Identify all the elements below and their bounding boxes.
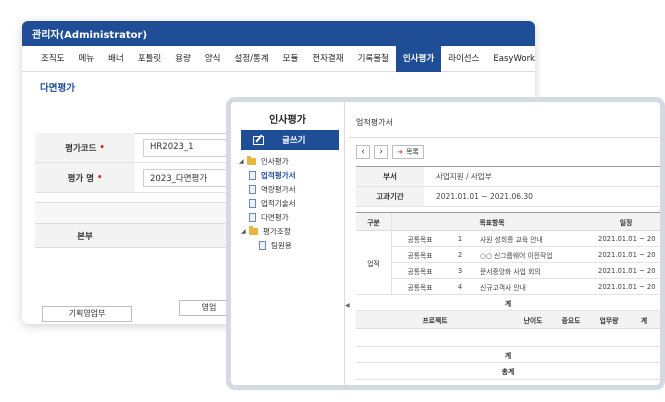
sidebar-title: 인사평가 [269,115,306,126]
sidebar: 인사평가 글쓰기 ◢ 인사평가 업적평가서 역량평가서 업적기술서 다면평가 ◢… [231,102,345,385]
menu-item-capacity[interactable]: 용량 [168,46,198,72]
name-label: 평가 명 • [35,163,135,192]
tree-node-team-member[interactable]: 팀원용 [239,238,296,252]
menu-item-org[interactable]: 조직도 [34,46,71,72]
doc-nav: ‹ › ➔ 목록 [356,145,424,159]
prev-button[interactable]: ‹ [356,145,370,159]
col-division: 본부 [77,231,93,242]
table-row: 공통목표 2 ○○ 신그룹웨어 이전작업 2021.01.01 ~ 20 [392,247,660,263]
menu-item-settings[interactable]: 설정/통계 [228,46,276,72]
table-row: 공통목표 1 사원 성희롱 교육 안내 2021.01.01 ~ 20 [392,231,660,247]
chevron-right-icon: › [379,147,383,157]
menu-item-menu[interactable]: 메뉴 [71,46,101,72]
collapse-icon[interactable]: ◢ [241,228,249,235]
col-project: 프로젝트 [422,316,448,325]
tree-node-multi-eval[interactable]: 다면평가 [239,210,296,224]
info-table: 부서 사업지원 / 사업부 고과기간 2021.01.01 ~ 2021.06.… [356,166,660,207]
col-difficulty: 난이도 [523,316,543,325]
menu-item-hr-eval[interactable]: 인사평가 [395,45,442,72]
dept-button[interactable]: 기획영업부 [42,306,132,322]
grand-total: 총계 [356,363,660,380]
projects-header: 프로젝트 난이도 중요도 업무량 계 [356,311,660,329]
arrow-right-icon: ➔ [397,148,403,156]
table-row: 공통목표 3 문서중앙화 사업 회의 2021.01.01 ~ 20 [392,263,660,279]
document-icon [259,240,266,250]
menu-item-license[interactable]: 라이선스 [441,46,486,72]
goals-body: 업적 공통목표 1 사원 성희롱 교육 안내 2021.01.01 ~ 20 공… [356,231,660,295]
document-icon [249,184,256,194]
hr-eval-content: 인사평가 글쓰기 ◢ 인사평가 업적평가서 역량평가서 업적기술서 다면평가 ◢… [231,102,660,385]
col-gubun: 구분 [356,213,392,230]
table-row: 공통목표 4 신규고객사 안내 2021.01.01 ~ 20 [392,279,660,295]
hr-eval-window: 인사평가 글쓰기 ◢ 인사평가 업적평가서 역량평가서 업적기술서 다면평가 ◢… [226,97,665,390]
nav-tree: ◢ 인사평가 업적평가서 역량평가서 업적기술서 다면평가 ◢ 평가조정 팀원용 [239,154,296,252]
goals-subtotal: 계 [356,295,660,311]
document-icon [249,212,256,222]
col-schedule: 일정 [619,218,633,227]
dept-value: 사업지원 / 사업부 [436,172,492,181]
menu-item-records[interactable]: 기록물철 [351,46,396,72]
col-goal: 목표항목 [479,218,505,227]
group-label: 업적 [356,231,392,295]
dept-label: 부서 [356,167,424,186]
goal-rows: 공통목표 1 사원 성희롱 교육 안내 2021.01.01 ~ 20 공통목표… [392,231,660,295]
menu-item-module[interactable]: 모듈 [276,46,306,72]
page-title: 다면평가 [40,83,75,94]
code-label: 평가코드 • [35,133,135,162]
menu-item-easyworks[interactable]: EasyWorks [486,46,535,72]
col-workload: 업무량 [599,316,619,325]
required-mark: • [96,172,103,183]
goals-header: 구분 목표항목 일정 [356,213,660,231]
document-icon [249,198,256,208]
next-button[interactable]: › [374,145,388,159]
write-button[interactable]: 글쓰기 [241,130,339,150]
period-value: 2021.01.01 ~ 2021.06.30 [436,192,533,201]
folder-icon [249,225,258,235]
menu-item-form[interactable]: 양식 [198,46,228,72]
main-panel: 업적평가서 ‹ › ➔ 목록 부서 사업지원 / 사업부 고과기간 2021.0… [349,102,660,385]
info-row-dept: 부서 사업지원 / 사업부 [356,167,660,187]
tree-node-competency[interactable]: 역량평가서 [239,182,296,196]
admin-menu-bar: 조직도 메뉴 배너 포틀릿 용량 양식 설정/통계 모듈 전자결재 기록물철 인… [22,45,535,72]
tree-node-performance[interactable]: 업적평가서 [239,168,296,182]
menu-item-approval[interactable]: 전자결재 [305,46,350,72]
menu-item-banner[interactable]: 배너 [101,46,131,72]
collapse-icon[interactable]: ◢ [239,158,247,165]
list-button[interactable]: ➔ 목록 [392,145,424,159]
tree-node-adjustment[interactable]: ◢ 평가조정 [239,224,296,238]
required-mark: • [99,142,105,153]
menu-item-portlet[interactable]: 포틀릿 [131,46,168,72]
period-label: 고과기간 [356,187,424,206]
main-header: 업적평가서 [349,102,660,138]
col-importance: 중요도 [561,316,581,325]
tree-node-achievement[interactable]: 업적기술서 [239,196,296,210]
col-grade: 계 [640,316,648,325]
document-icon [249,170,256,180]
projects-subtotal: 계 [356,347,660,363]
info-row-period: 고과기간 2021.01.01 ~ 2021.06.30 [356,187,660,207]
folder-icon [247,155,256,165]
chevron-left-icon: ‹ [361,147,365,157]
goals-table: 구분 목표항목 일정 업적 공통목표 1 사원 성희롱 교육 안내 2021.0… [356,212,660,380]
project-row-empty [356,329,660,347]
edit-icon [253,135,264,145]
admin-title: 관리자(Administrator) [22,21,535,46]
tree-node-hr-eval[interactable]: ◢ 인사평가 [239,154,296,168]
